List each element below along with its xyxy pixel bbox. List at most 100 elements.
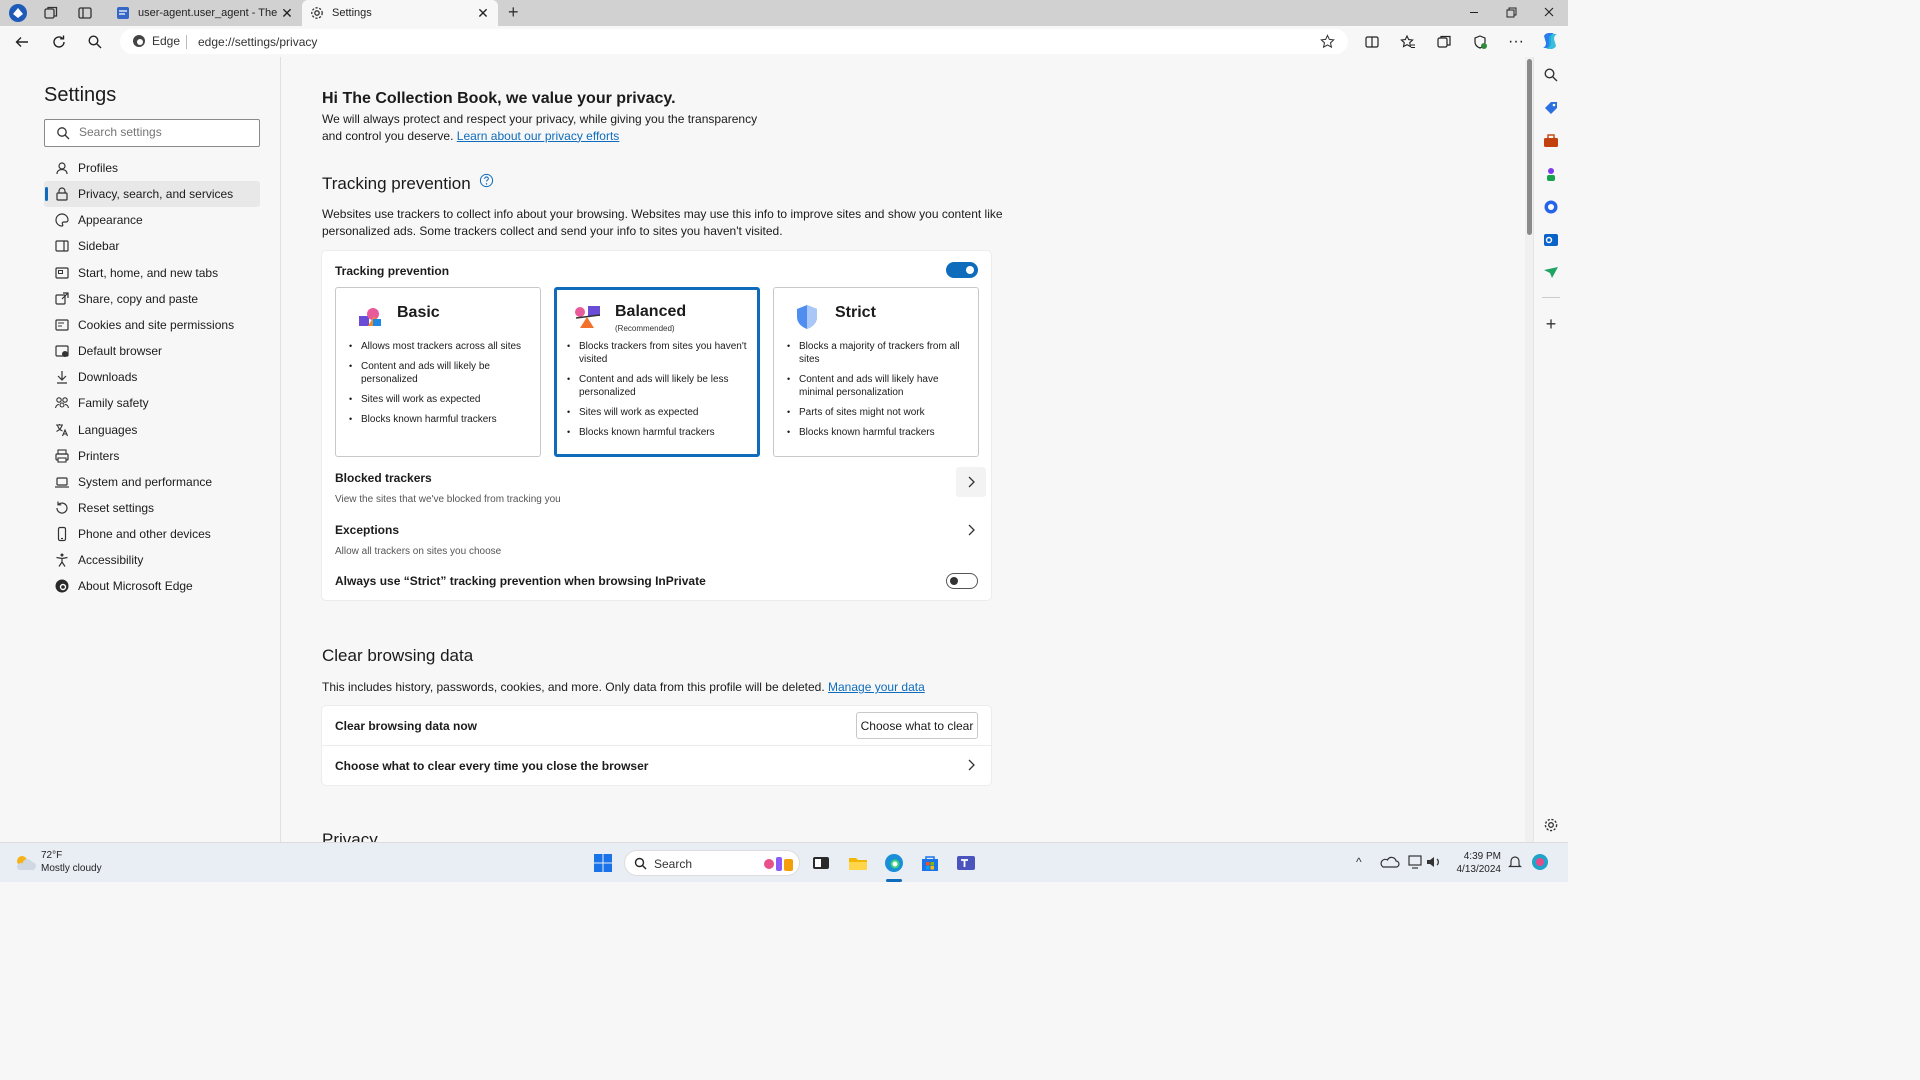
- level-bullet: Blocks trackers from sites you haven't v…: [567, 340, 751, 366]
- search-settings-input[interactable]: [79, 125, 249, 139]
- shopping-tag-icon[interactable]: [1543, 100, 1559, 116]
- level-basic[interactable]: Basic Allows most trackers across all si…: [335, 287, 541, 457]
- browser-essentials-icon[interactable]: [1470, 32, 1490, 52]
- scrollbar-thumb[interactable]: [1527, 59, 1532, 235]
- sidebar-item-appearance[interactable]: Appearance: [44, 207, 260, 233]
- sidebar-item-accessibility[interactable]: Accessibility: [44, 547, 260, 573]
- tab-actions-icon[interactable]: [77, 5, 93, 21]
- teams-icon[interactable]: [956, 853, 976, 873]
- close-tab-icon[interactable]: ✕: [476, 5, 490, 22]
- sidebar-item-family-safety[interactable]: Family safety: [44, 390, 260, 416]
- clear-desc-text: This includes history, passwords, cookie…: [322, 680, 825, 694]
- edge-sidebar: +: [1533, 57, 1568, 842]
- back-icon[interactable]: [12, 32, 32, 52]
- sidebar-item-about-microsoft-edge[interactable]: About Microsoft Edge: [44, 573, 260, 599]
- level-bullets: Blocks a majority of trackers from all s…: [787, 340, 971, 446]
- drop-icon[interactable]: [1543, 264, 1559, 280]
- chevron-up-icon[interactable]: ^: [1356, 855, 1362, 869]
- blocked-trackers-row[interactable]: Blocked trackers View the sites that we'…: [322, 466, 991, 508]
- workspaces-icon[interactable]: [43, 5, 59, 21]
- sidebar-item-start-home-and-new-tabs[interactable]: Start, home, and new tabs: [44, 260, 260, 286]
- split-screen-icon[interactable]: [1362, 32, 1382, 52]
- tools-icon[interactable]: [1543, 133, 1559, 149]
- level-bullet: Sites will work as expected: [349, 393, 533, 406]
- store-icon[interactable]: [920, 853, 940, 873]
- copilot-icon[interactable]: [1540, 31, 1560, 51]
- chevron-right-icon: [965, 523, 979, 537]
- tab-settings[interactable]: Settings ✕: [302, 0, 498, 26]
- more-options-icon[interactable]: ···: [1506, 32, 1526, 52]
- add-icon[interactable]: +: [1543, 315, 1559, 333]
- network-icon[interactable]: [1408, 855, 1424, 869]
- restore-icon[interactable]: [1503, 4, 1519, 20]
- microsoft-365-icon[interactable]: [1543, 199, 1559, 215]
- sidebar-item-default-browser[interactable]: Default browser: [44, 338, 260, 364]
- collections-icon[interactable]: [1434, 32, 1454, 52]
- url-text[interactable]: edge://settings/privacy: [198, 35, 317, 49]
- sidebar-item-share-copy-and-paste[interactable]: Share, copy and paste: [44, 286, 260, 312]
- favorites-icon[interactable]: [1398, 32, 1418, 52]
- scrollbar[interactable]: [1525, 57, 1533, 842]
- site-identity[interactable]: Edge: [132, 34, 180, 48]
- level-title: Strict: [835, 304, 876, 321]
- search-highlights-icon: [761, 854, 795, 874]
- sidebar-item-cookies-and-site-permissions[interactable]: Cookies and site permissions: [44, 312, 260, 338]
- page-icon: [116, 6, 130, 20]
- sidebar-item-system-and-performance[interactable]: System and performance: [44, 469, 260, 495]
- taskbar-search[interactable]: Search: [624, 850, 800, 876]
- level-bullets: Blocks trackers from sites you haven't v…: [567, 340, 751, 446]
- inprivate-strict-toggle[interactable]: [946, 573, 978, 589]
- minimize-icon[interactable]: [1466, 4, 1482, 20]
- appearance-icon: [54, 212, 70, 228]
- games-icon[interactable]: [1543, 166, 1559, 182]
- profile-avatar-icon[interactable]: [9, 4, 27, 22]
- edge-taskbar-icon[interactable]: [884, 853, 904, 873]
- sidebar-item-sidebar[interactable]: Sidebar: [44, 233, 260, 259]
- sidebar-item-privacy-search-and-services[interactable]: Privacy, search, and services: [44, 181, 260, 208]
- sidebar-item-downloads[interactable]: Downloads: [44, 364, 260, 390]
- clock-time[interactable]: 4:39 PM: [1451, 851, 1501, 862]
- start-windows-icon[interactable]: [593, 853, 613, 873]
- search-settings-field[interactable]: [44, 119, 260, 147]
- family-icon: [54, 395, 70, 411]
- refresh-icon[interactable]: [49, 32, 69, 52]
- help-icon[interactable]: [479, 173, 494, 188]
- sidebar-item-languages[interactable]: Languages: [44, 417, 260, 443]
- search-icon[interactable]: [85, 32, 105, 52]
- close-tab-icon[interactable]: ✕: [280, 5, 294, 22]
- sidebar-icon: [54, 238, 70, 254]
- volume-icon[interactable]: [1426, 855, 1442, 869]
- exceptions-row[interactable]: Exceptions Allow all trackers on sites y…: [322, 519, 991, 561]
- file-explorer-icon[interactable]: [848, 853, 868, 873]
- privacy-efforts-link[interactable]: Learn about our privacy efforts: [457, 129, 620, 143]
- sidebar-item-phone-and-other-devices[interactable]: Phone and other devices: [44, 521, 260, 547]
- choose-what-to-clear-button[interactable]: Choose what to clear: [856, 712, 978, 739]
- tab-user-agent[interactable]: user-agent.user_agent - The Colle ✕: [108, 0, 302, 26]
- level-bullet: Parts of sites might not work: [787, 406, 971, 419]
- outlook-icon[interactable]: [1543, 232, 1559, 248]
- sidebar-settings-icon[interactable]: [1543, 817, 1559, 833]
- tracking-prevention-toggle[interactable]: [946, 262, 978, 278]
- clear-on-close-row[interactable]: Choose what to clear every time you clos…: [322, 746, 991, 785]
- sidebar-item-label: About Microsoft Edge: [78, 579, 193, 594]
- task-view-icon[interactable]: [811, 853, 831, 873]
- level-balanced[interactable]: Balanced (Recommended) Blocks trackers f…: [554, 287, 760, 457]
- manage-data-link[interactable]: Manage your data: [828, 680, 925, 694]
- chevron-right-icon[interactable]: [956, 467, 986, 497]
- level-strict[interactable]: Strict Blocks a majority of trackers fro…: [773, 287, 979, 457]
- close-window-icon[interactable]: [1541, 4, 1557, 20]
- sidebar-item-reset-settings[interactable]: Reset settings: [44, 495, 260, 521]
- weather-icon[interactable]: [14, 853, 36, 873]
- level-bullet: Blocks known harmful trackers: [349, 413, 533, 426]
- copilot-taskbar-icon[interactable]: [1530, 852, 1550, 872]
- sidebar-item-profiles[interactable]: Profiles: [44, 155, 260, 181]
- sidebar-item-printers[interactable]: Printers: [44, 443, 260, 469]
- notification-bell-icon[interactable]: [1508, 855, 1522, 869]
- new-tab-icon[interactable]: +: [508, 2, 524, 22]
- favorite-star-icon[interactable]: [1320, 34, 1335, 49]
- clock-date[interactable]: 4/13/2024: [1451, 864, 1502, 875]
- onedrive-icon[interactable]: [1380, 854, 1400, 870]
- taskbar: 72°F Mostly cloudy Search ^ 4:39 PM 4/13…: [0, 842, 1568, 882]
- address-bar[interactable]: Edge edge://settings/privacy: [120, 29, 1348, 54]
- search-icon[interactable]: [1543, 67, 1559, 83]
